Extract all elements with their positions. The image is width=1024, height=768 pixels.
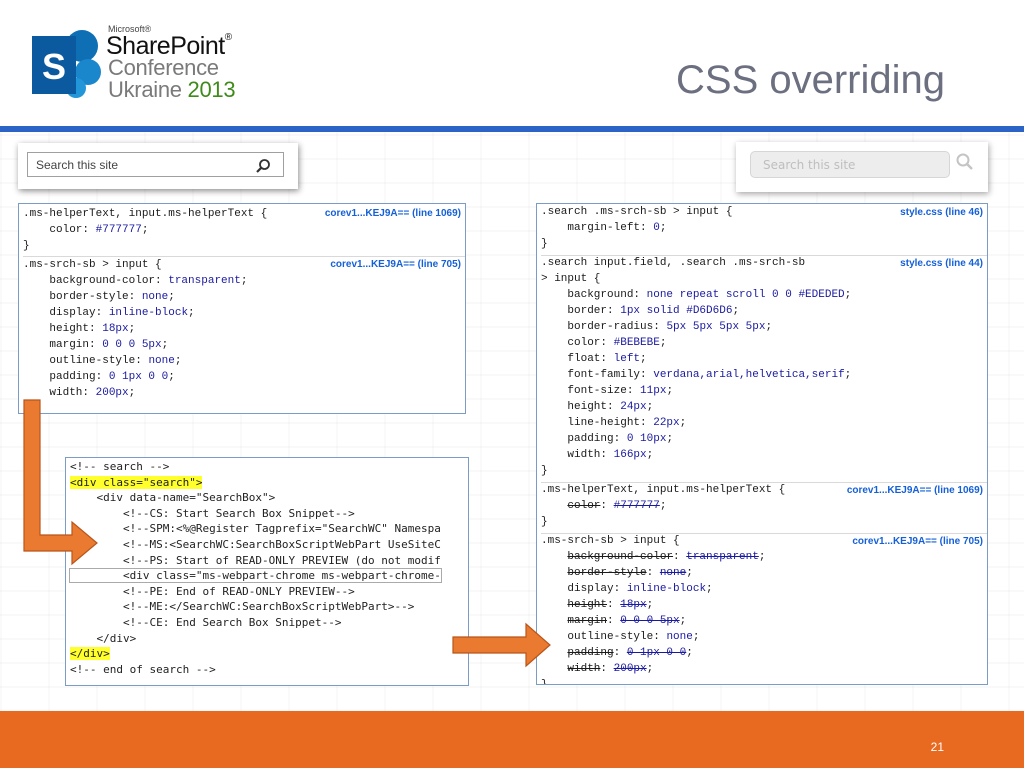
arrow-left-to-html <box>23 399 98 566</box>
slide-footer: 21 <box>0 711 1024 768</box>
annotation-arrows <box>23 399 551 668</box>
arrow-html-to-css <box>452 622 551 668</box>
page-number: 21 <box>930 740 944 754</box>
